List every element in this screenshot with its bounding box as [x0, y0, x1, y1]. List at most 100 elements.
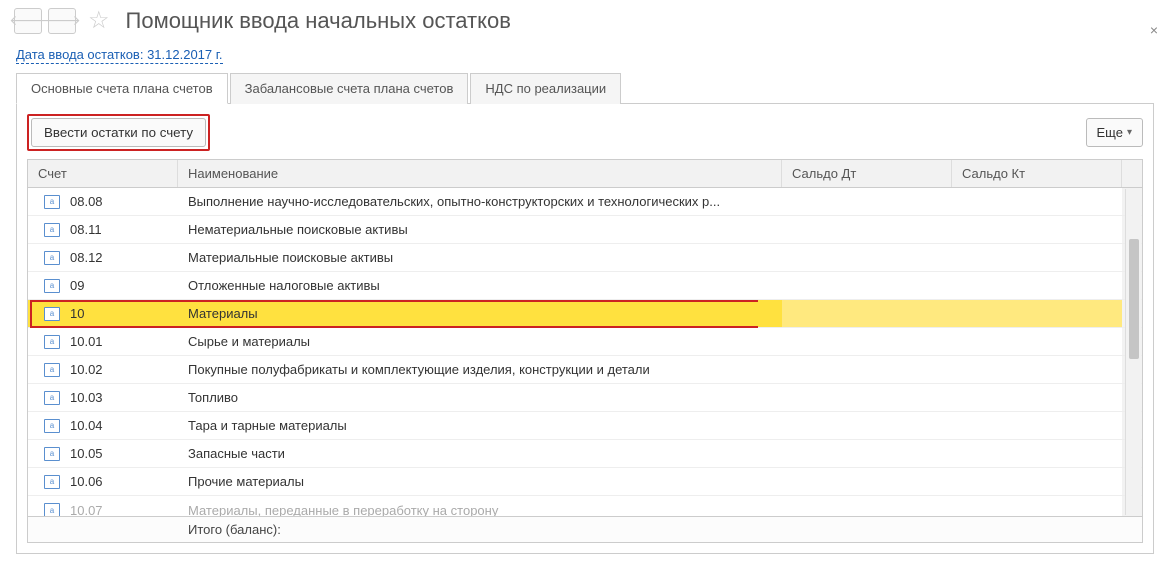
chevron-down-icon: ▾ — [1127, 127, 1132, 138]
col-header-saldo-kt[interactable]: Сальдо Кт — [952, 160, 1122, 187]
cell-saldo-dt — [782, 468, 952, 495]
cell-saldo-dt — [782, 412, 952, 439]
account-icon: а — [44, 419, 60, 433]
grid-footer: Итого (баланс): — [28, 516, 1142, 542]
cell-saldo-dt — [782, 356, 952, 383]
cell-saldo-dt — [782, 216, 952, 243]
cell-saldo-kt — [952, 356, 1122, 383]
close-icon[interactable]: × — [1150, 22, 1158, 38]
cell-saldo-dt — [782, 440, 952, 467]
cell-name: Материальные поисковые активы — [178, 244, 782, 271]
tab-main-accounts[interactable]: Основные счета плана счетов — [16, 73, 228, 104]
cell-name: Выполнение научно-исследовательских, опы… — [178, 188, 782, 215]
cell-name: Запасные части — [178, 440, 782, 467]
cell-account: а 10.02 — [28, 356, 178, 383]
col-header-name[interactable]: Наименование — [178, 160, 782, 187]
account-code: 08.11 — [70, 222, 102, 237]
cell-name: Материалы, переданные в переработку на с… — [178, 496, 782, 516]
account-code: 10.07 — [70, 503, 103, 517]
cell-account: а 08.08 — [28, 188, 178, 215]
cell-name: Тара и тарные материалы — [178, 412, 782, 439]
cell-saldo-dt — [782, 328, 952, 355]
cell-saldo-kt — [952, 244, 1122, 271]
table-row[interactable]: а10.06Прочие материалы — [28, 468, 1142, 496]
table-row[interactable]: а 10.05 Запасные части — [28, 440, 1142, 468]
vertical-scrollbar[interactable] — [1125, 189, 1141, 515]
account-code: 09 — [70, 278, 84, 293]
col-header-account[interactable]: Счет — [28, 160, 178, 187]
cell-account: а 10.05 — [28, 440, 178, 467]
enter-balance-button[interactable]: Ввести остатки по счету — [31, 118, 206, 147]
cell-name: Нематериальные поисковые активы — [178, 216, 782, 243]
table-row[interactable]: а08.11Нематериальные поисковые активы — [28, 216, 1142, 244]
table-row[interactable]: а 10.07 Материалы, переданные в переработк… — [28, 496, 1142, 516]
cell-saldo-kt — [952, 328, 1122, 355]
account-code: 08.12 — [70, 250, 103, 265]
account-code: 10.02 — [70, 362, 103, 377]
account-icon: а — [44, 391, 60, 405]
nav-forward-button[interactable]: 🡒 — [48, 8, 76, 34]
grid-header: Счет Наименование Сальдо Дт Сальдо Кт — [28, 160, 1142, 188]
table-row[interactable]: а 10.01 Сырье и материалы — [28, 328, 1142, 356]
account-icon: а — [44, 195, 60, 209]
col-header-saldo-dt[interactable]: Сальдо Дт — [782, 160, 952, 187]
grid-body: а 08.08 Выполнение научно-исследовательски… — [28, 188, 1142, 516]
account-icon: а — [44, 251, 60, 265]
table-row[interactable]: а 08.08 Выполнение научно-исследовательски… — [28, 188, 1142, 216]
page-title: Помощник ввода начальных остатков — [126, 8, 511, 34]
accounts-grid: Счет Наименование Сальдо Дт Сальдо Кт а0… — [27, 159, 1143, 543]
scrollbar-header — [1122, 160, 1142, 187]
table-row[interactable]: а 10 Материалы — [28, 300, 1142, 328]
account-icon: а — [44, 335, 60, 349]
cell-saldo-kt — [952, 496, 1122, 516]
cell-name: Покупные полуфабрикаты и комплектующие и… — [178, 356, 782, 383]
table-row[interactable]: а09Отложенные налоговые активы — [28, 272, 1142, 300]
cell-account: а09 — [28, 272, 178, 299]
account-code: 10.01 — [70, 334, 103, 349]
account-code: 10.06 — [70, 474, 103, 489]
cell-account: а 10 — [28, 300, 178, 327]
balance-date-link[interactable]: Дата ввода остатков: 31.12.2017 г. — [16, 47, 223, 64]
cell-saldo-kt — [952, 468, 1122, 495]
more-button[interactable]: Еще ▾ — [1086, 118, 1143, 147]
cell-account: а 10.01 — [28, 328, 178, 355]
cell-name: Отложенные налоговые активы — [178, 272, 782, 299]
more-label: Еще — [1097, 125, 1123, 140]
cell-account: а10.06 — [28, 468, 178, 495]
cell-account: а08.11 — [28, 216, 178, 243]
account-icon: а — [44, 503, 60, 516]
cell-name: Материалы — [178, 300, 782, 327]
tab-vat-sales[interactable]: НДС по реализации — [470, 73, 621, 104]
table-row[interactable]: а10.03Топливо — [28, 384, 1142, 412]
cell-account: а10.03 — [28, 384, 178, 411]
account-code: 10 — [70, 306, 84, 321]
cell-saldo-dt — [782, 300, 952, 327]
cell-saldo-kt — [952, 384, 1122, 411]
table-row[interactable]: а 10.02 Покупные полуфабрикаты и комплекту… — [28, 356, 1142, 384]
tabs: Основные счета плана счетов Забалансовые… — [16, 72, 1154, 104]
account-code: 08.08 — [70, 194, 103, 209]
cell-saldo-kt — [952, 412, 1122, 439]
cell-saldo-dt — [782, 384, 952, 411]
cell-account: а 10.07 — [28, 496, 178, 516]
cell-name: Прочие материалы — [178, 468, 782, 495]
account-code: 10.05 — [70, 446, 103, 461]
table-row[interactable]: а 08.12 Материальные поисковые активы — [28, 244, 1142, 272]
cell-saldo-kt — [952, 188, 1122, 215]
favorite-star-icon[interactable]: ☆ — [88, 6, 110, 35]
cell-saldo-kt — [952, 300, 1122, 327]
cell-account: а 08.12 — [28, 244, 178, 271]
cell-account: а10.04 — [28, 412, 178, 439]
nav-back-button[interactable]: 🡐 — [14, 8, 42, 34]
table-row[interactable]: а10.04Тара и тарные материалы — [28, 412, 1142, 440]
cell-saldo-kt — [952, 272, 1122, 299]
account-icon: а — [44, 307, 60, 321]
cell-saldo-dt — [782, 272, 952, 299]
tab-offbalance-accounts[interactable]: Забалансовые счета плана счетов — [230, 73, 469, 104]
footer-total-label: Итого (баланс): — [178, 522, 782, 537]
cell-saldo-kt — [952, 440, 1122, 467]
account-icon: а — [44, 447, 60, 461]
scroll-thumb[interactable] — [1129, 239, 1139, 359]
cell-name: Сырье и материалы — [178, 328, 782, 355]
account-icon: а — [44, 363, 60, 377]
